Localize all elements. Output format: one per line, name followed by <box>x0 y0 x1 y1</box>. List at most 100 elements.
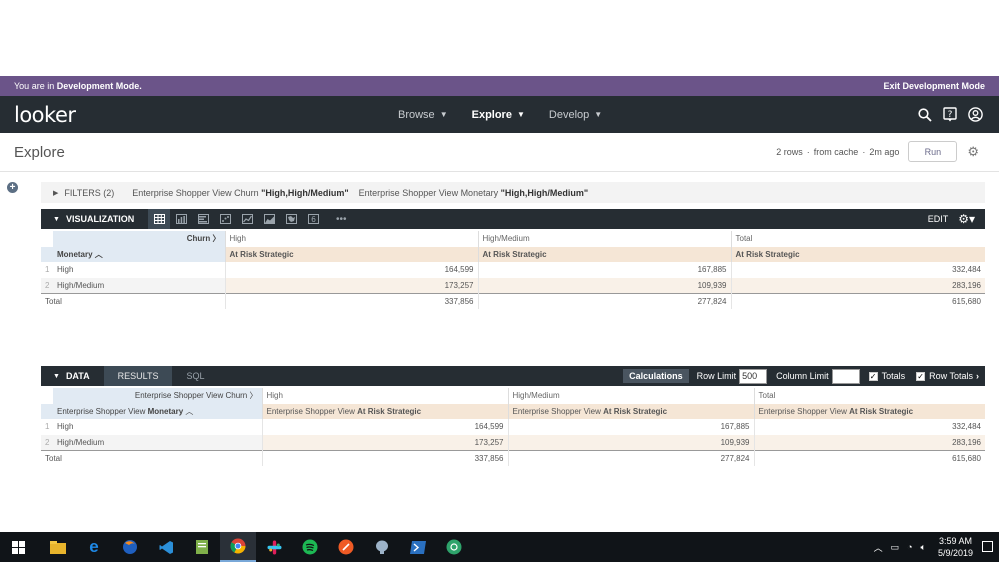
measure-header[interactable]: At Risk Strategic <box>477 246 731 262</box>
table-row: 2 High/Medium 173,257 109,939 283,196 <box>41 277 985 293</box>
visualization-toggle[interactable]: ▼ VISUALIZATION <box>53 214 134 224</box>
measure-header[interactable]: Enterprise Shopper View At Risk Strategi… <box>261 403 508 419</box>
battery-icon[interactable]: ▭ <box>891 542 900 553</box>
search-icon[interactable] <box>917 107 933 123</box>
run-button[interactable]: Run <box>908 141 958 162</box>
dimension-header[interactable]: Enterprise Shopper View Monetary ︿ <box>53 403 262 419</box>
postman-icon[interactable] <box>328 532 364 562</box>
visualization-table: Churn 〉 High High/Medium Total Monetary … <box>41 231 985 309</box>
data-bar: ▼ DATA RESULTS SQL Calculations Row Limi… <box>41 366 985 386</box>
pivot-header-row: Churn 〉 High High/Medium Total <box>41 231 985 247</box>
pivot-column-value: Total <box>730 231 985 247</box>
spotify-icon[interactable] <box>292 532 328 562</box>
firefox-icon[interactable] <box>112 532 148 562</box>
total-label: Total <box>41 449 262 466</box>
chevron-up-icon[interactable]: ︿ <box>874 541 883 554</box>
settings-gear-icon[interactable]: ⚙▾ <box>958 212 975 226</box>
system-tray: ︿ ▭ ◔ 🔈︎ 3:59 AM 5/9/2019 <box>874 532 999 562</box>
explore-header: Explore 2 rows · from cache · 2m ago Run… <box>0 133 999 172</box>
filters-bar[interactable]: ▶ FILTERS (2) Enterprise Shopper View Ch… <box>41 182 985 203</box>
measure-header-row: Monetary ︿ At Risk Strategic At Risk Str… <box>41 246 985 262</box>
nav-browse[interactable]: Browse ▼ <box>398 109 448 121</box>
calculations-button[interactable]: Calculations <box>623 369 689 383</box>
edge-icon[interactable]: e <box>76 532 112 562</box>
row-totals-label: Row Totals <box>929 371 973 381</box>
notepad-icon[interactable] <box>184 532 220 562</box>
other-app-icon[interactable] <box>436 532 472 562</box>
measure-header[interactable]: Enterprise Shopper View At Risk Strategi… <box>507 403 754 419</box>
clock[interactable]: 3:59 AM 5/9/2019 <box>938 535 973 559</box>
account-icon[interactable] <box>967 107 983 123</box>
tab-results[interactable]: RESULTS <box>103 366 173 386</box>
nav-develop[interactable]: Develop ▼ <box>549 109 602 121</box>
slack-icon[interactable] <box>256 532 292 562</box>
browser-top-area <box>0 0 999 76</box>
row-number: 1 <box>45 422 50 432</box>
add-field-icon[interactable]: + <box>7 182 18 193</box>
totals-checkbox[interactable]: ✓ <box>868 371 878 381</box>
total-cell: 615,680 <box>730 292 985 309</box>
nav-menu: Browse ▼ Explore ▼ Develop ▼ <box>398 96 626 133</box>
map-icon[interactable] <box>280 209 302 229</box>
table-row: 1 High 164,599 167,885 332,484 <box>41 262 985 278</box>
sort-asc-icon: ︿ <box>185 406 194 416</box>
dimension-header[interactable]: Monetary ︿ <box>53 246 225 262</box>
tab-sql[interactable]: SQL <box>172 366 218 386</box>
measure-header[interactable]: Enterprise Shopper View At Risk Strategi… <box>753 403 985 419</box>
column-limit-input[interactable] <box>831 368 860 384</box>
vscode-icon[interactable] <box>148 532 184 562</box>
table-icon[interactable] <box>148 209 171 229</box>
caret-down-icon: ▼ <box>53 372 60 380</box>
area-chart-icon[interactable] <box>258 209 280 229</box>
notification-icon[interactable] <box>982 541 993 552</box>
line-chart-icon[interactable] <box>236 209 258 229</box>
column-chart-icon[interactable] <box>170 209 192 229</box>
value-cell: 164,599 <box>224 262 478 278</box>
edit-button[interactable]: EDIT <box>928 214 949 224</box>
row-totals-checkbox[interactable]: ✓ <box>916 371 926 381</box>
top-nav: looker Browse ▼ Explore ▼ Develop ▼ ? <box>0 96 999 133</box>
value-cell: 173,257 <box>224 277 478 293</box>
value-cell: 332,484 <box>753 419 985 435</box>
page-title: Explore <box>14 143 65 161</box>
svg-text:6: 6 <box>311 215 316 224</box>
separator: · <box>806 146 810 157</box>
looker-logo[interactable]: looker <box>14 103 76 127</box>
measure-header-row: Enterprise Shopper View Monetary ︿ Enter… <box>41 403 985 419</box>
help-icon[interactable]: ? <box>942 107 958 123</box>
nav-explore[interactable]: Explore ▼ <box>472 109 525 121</box>
cache-status: from cache <box>813 146 859 157</box>
total-row: Total 337,856 277,824 615,680 <box>41 449 985 466</box>
more-icon[interactable]: ••• <box>330 209 352 229</box>
pivot-column-value: High/Medium <box>507 388 754 404</box>
row-limit-label: Row Limit <box>696 371 737 381</box>
windows-start-icon[interactable] <box>0 532 36 562</box>
pgadmin-icon[interactable] <box>364 532 400 562</box>
gear-icon[interactable]: ⚙ <box>967 144 979 160</box>
measure-header[interactable]: At Risk Strategic <box>730 246 985 262</box>
total-cell: 337,856 <box>224 292 478 309</box>
row-number: 2 <box>41 277 53 293</box>
wifi-icon[interactable]: ◔ <box>907 542 912 552</box>
file-explorer-icon[interactable] <box>40 532 76 562</box>
development-mode-banner: You are in Development Mode. Exit Develo… <box>0 76 999 96</box>
exit-dev-mode-link[interactable]: Exit Development Mode <box>883 81 985 91</box>
chevron-down-icon: ▼ <box>594 110 603 119</box>
data-toggle[interactable]: ▼ DATA <box>53 371 90 381</box>
chrome-icon[interactable] <box>220 532 256 562</box>
value-cell: 167,885 <box>507 419 754 435</box>
volume-icon[interactable]: 🔈︎ <box>921 542 926 553</box>
total-cell: 615,680 <box>753 449 985 466</box>
powershell-icon[interactable] <box>400 532 436 562</box>
pivot-field-header[interactable]: Enterprise Shopper View Churn 〉 <box>53 388 262 404</box>
chevron-right-icon[interactable]: › <box>976 371 979 381</box>
scatter-icon[interactable] <box>214 209 236 229</box>
clock-date: 5/9/2019 <box>937 548 973 558</box>
pivot-field-header[interactable]: Churn 〉 <box>53 231 225 247</box>
single-value-icon[interactable]: 6 <box>302 209 324 229</box>
row-limit-input[interactable]: 500 <box>739 368 768 384</box>
bar-chart-icon[interactable] <box>192 209 214 229</box>
value-cell: 109,939 <box>507 434 754 450</box>
pivot-header-row: Enterprise Shopper View Churn 〉 High Hig… <box>41 388 985 404</box>
measure-header[interactable]: At Risk Strategic <box>224 246 478 262</box>
